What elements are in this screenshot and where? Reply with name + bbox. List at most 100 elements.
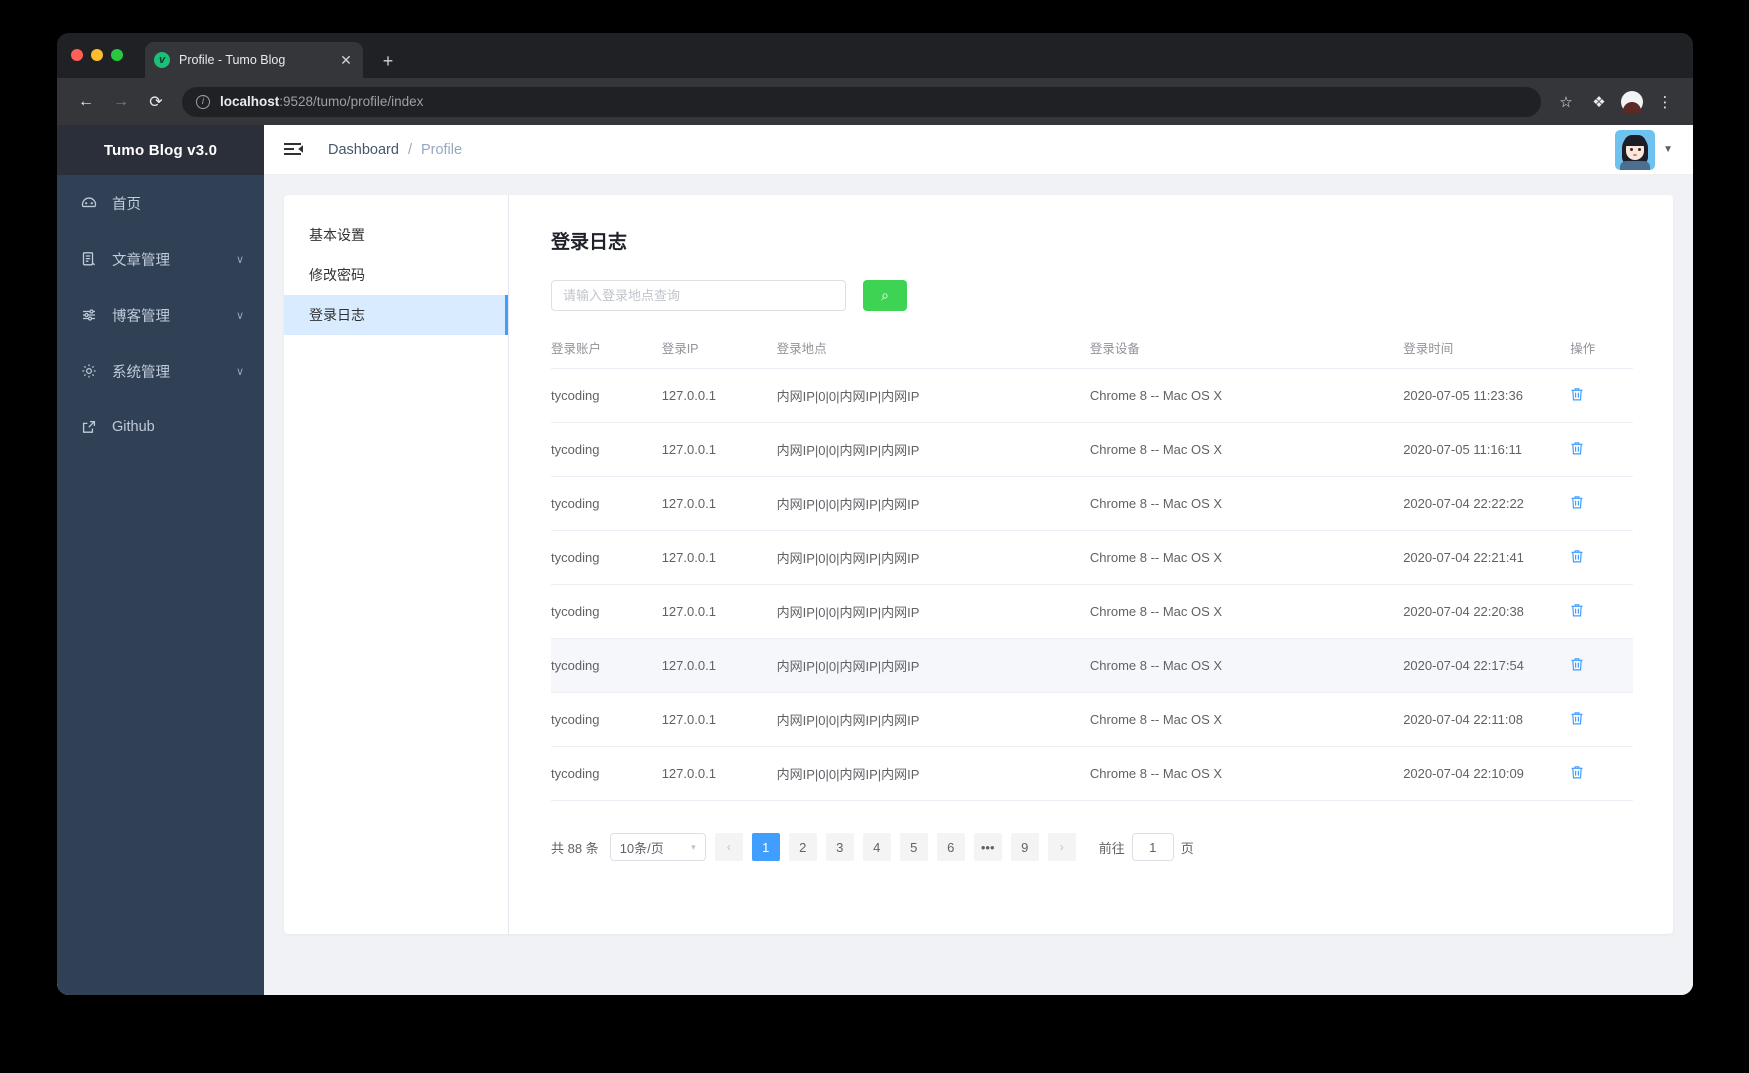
delete-icon[interactable] (1570, 711, 1584, 730)
sidebar-toggle-icon[interactable] (282, 139, 306, 161)
column-header-device: 登录设备 (1089, 338, 1404, 369)
breadcrumb-separator: / (407, 141, 412, 158)
browser-toolbar: ← → ⟳ i localhost:9528/tumo/profile/inde… (57, 78, 1693, 125)
column-header-ip: 登录IP (661, 338, 777, 369)
cell-account: tycoding (551, 584, 662, 639)
cell-device: Chrome 8 -- Mac OS X (1089, 638, 1404, 693)
reload-button[interactable]: ⟳ (141, 87, 171, 117)
close-icon[interactable]: ✕ (338, 53, 354, 67)
external-link-icon (78, 419, 100, 435)
cell-time: 2020-07-04 22:11:08 (1403, 692, 1571, 747)
navbar-right: ▼ (1615, 129, 1673, 170)
extensions-puzzle-icon[interactable]: ❖ (1585, 88, 1613, 116)
breadcrumb-dashboard[interactable]: Dashboard (328, 142, 399, 158)
table-row[interactable]: tycoding 127.0.0.1 内网IP|0|0|内网IP|内网IP Chrom… (551, 422, 1633, 477)
pagination-page-button[interactable]: 1 (751, 833, 780, 861)
sidebar-item-label: 博客管理 (112, 308, 170, 325)
table-row[interactable]: tycoding 127.0.0.1 内网IP|0|0|内网IP|内网IP Chrom… (551, 692, 1633, 747)
search-button[interactable]: ⌕ (863, 280, 907, 311)
breadcrumb-profile: Profile (420, 141, 463, 158)
cell-account: tycoding (551, 746, 662, 801)
cell-action (1570, 476, 1633, 531)
jump-page-input[interactable] (1131, 833, 1174, 861)
cell-device: Chrome 8 -- Mac OS X (1089, 746, 1404, 801)
delete-icon[interactable] (1570, 387, 1584, 406)
table-row[interactable]: tycoding 127.0.0.1 内网IP|0|0|内网IP|内网IP Chrom… (551, 476, 1633, 531)
pagination-page-button[interactable]: 9 (1010, 833, 1039, 861)
sidebar-item-label: Github (112, 419, 155, 435)
close-window-button[interactable] (71, 49, 83, 61)
pagination-page-button[interactable]: 2 (788, 833, 817, 861)
cell-location: 内网IP|0|0|内网IP|内网IP (776, 638, 1090, 693)
cell-time: 2020-07-05 11:16:11 (1403, 422, 1571, 477)
column-header-location: 登录地点 (776, 338, 1090, 369)
cell-account: tycoding (551, 638, 662, 693)
site-info-icon[interactable]: i (196, 94, 210, 109)
cell-account: tycoding (551, 692, 662, 747)
browser-tab[interactable]: v Profile - Tumo Blog ✕ (145, 42, 363, 78)
chrome-profile-avatar[interactable] (1618, 88, 1646, 116)
cell-device: Chrome 8 -- Mac OS X (1089, 368, 1404, 423)
search-input[interactable] (551, 280, 846, 311)
pagination-page-button[interactable]: 5 (899, 833, 928, 861)
maximize-window-button[interactable] (111, 49, 123, 61)
delete-icon[interactable] (1570, 765, 1584, 784)
app-sidebar: Tumo Blog v3.0 首页 文章管理 ∨ 博客管理 ∨ 系统管理 ∨ G… (57, 125, 264, 995)
table-row[interactable]: tycoding 127.0.0.1 内网IP|0|0|内网IP|内网IP Chrom… (551, 530, 1633, 585)
forward-button[interactable]: → (106, 87, 136, 117)
sliders-icon (78, 307, 100, 323)
login-log-table: 登录账户 登录IP 登录地点 登录设备 登录时间 操作 tycoding 127.… (551, 338, 1633, 801)
delete-icon[interactable] (1570, 495, 1584, 514)
cell-time: 2020-07-04 22:22:22 (1403, 476, 1571, 531)
sidebar-item-github[interactable]: Github (57, 399, 264, 455)
delete-icon[interactable] (1570, 603, 1584, 622)
cell-account: tycoding (551, 368, 662, 423)
pagination-prev-button[interactable]: ‹ (714, 833, 743, 861)
chrome-menu-icon[interactable]: ⋮ (1651, 88, 1679, 116)
pagination-next-button[interactable]: › (1047, 833, 1076, 861)
tab-change-password[interactable]: 修改密码 (284, 255, 508, 295)
pagination-page-button[interactable]: 6 (936, 833, 965, 861)
cell-ip: 127.0.0.1 (661, 692, 777, 747)
avatar[interactable] (1615, 129, 1656, 170)
delete-icon[interactable] (1570, 657, 1584, 676)
address-bar[interactable]: i localhost:9528/tumo/profile/index (182, 86, 1541, 117)
new-tab-button[interactable]: + (377, 52, 399, 70)
dashboard-icon (78, 195, 100, 211)
cell-account: tycoding (551, 422, 662, 477)
pagination-page-button[interactable]: ••• (973, 833, 1002, 861)
chevron-down-icon: ∨ (235, 253, 244, 266)
page-size-label: 10条/页 (619, 840, 664, 856)
sidebar-item-label: 系统管理 (112, 364, 170, 381)
table-row[interactable]: tycoding 127.0.0.1 内网IP|0|0|内网IP|内网IP Chrom… (551, 584, 1633, 639)
cell-ip: 127.0.0.1 (661, 422, 777, 477)
app-content: 基本设置 修改密码 登录日志 登录日志 请输入登录地点查询 ⌕ 登录账户 登录I… (264, 175, 1693, 995)
delete-icon[interactable] (1570, 549, 1584, 568)
url-text: localhost:9528/tumo/profile/index (220, 94, 423, 109)
cell-time: 2020-07-04 22:10:09 (1403, 746, 1571, 801)
tab-basic-settings[interactable]: 基本设置 (284, 215, 508, 255)
bookmark-star-icon[interactable]: ☆ (1552, 88, 1580, 116)
table-row[interactable]: tycoding 127.0.0.1 内网IP|0|0|内网IP|内网IP Chrom… (551, 368, 1633, 423)
page-size-select[interactable]: 10条/页 ▾ (609, 833, 706, 861)
back-button[interactable]: ← (71, 87, 101, 117)
minimize-window-button[interactable] (91, 49, 103, 61)
delete-icon[interactable] (1570, 441, 1584, 460)
cell-action (1570, 530, 1633, 585)
cell-account: tycoding (551, 530, 662, 585)
pagination-page-button[interactable]: 4 (862, 833, 891, 861)
table-row[interactable]: tycoding 127.0.0.1 内网IP|0|0|内网IP|内网IP Chrom… (551, 746, 1633, 801)
cell-ip: 127.0.0.1 (661, 584, 777, 639)
sidebar-item-home[interactable]: 首页 (57, 175, 264, 231)
tab-title: Profile - Tumo Blog (179, 53, 286, 67)
pagination-page-button[interactable]: 3 (825, 833, 854, 861)
cell-device: Chrome 8 -- Mac OS X (1089, 476, 1404, 531)
sidebar-item-blog[interactable]: 博客管理 ∨ (57, 287, 264, 343)
cell-location: 内网IP|0|0|内网IP|内网IP (776, 368, 1090, 423)
sidebar-item-articles[interactable]: 文章管理 ∨ (57, 231, 264, 287)
sidebar-item-system[interactable]: 系统管理 ∨ (57, 343, 264, 399)
table-row[interactable]: tycoding 127.0.0.1 内网IP|0|0|内网IP|内网IP Chrom… (551, 638, 1633, 693)
chevron-down-icon[interactable]: ▼ (1663, 144, 1673, 155)
tab-login-log[interactable]: 登录日志 (284, 295, 508, 335)
cell-time: 2020-07-05 11:23:36 (1403, 368, 1571, 423)
